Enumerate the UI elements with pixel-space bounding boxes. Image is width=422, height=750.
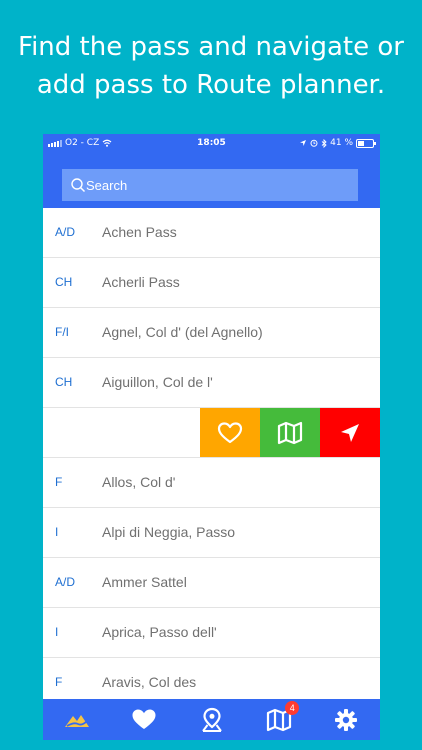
headline-line-2: add pass to Route planner. xyxy=(36,70,386,100)
location-arrow-icon xyxy=(300,140,307,146)
tab-route-planner[interactable]: 4 xyxy=(245,699,312,740)
headline-line-1: Find the pass and navigate or xyxy=(18,32,404,62)
battery-icon xyxy=(356,138,376,148)
navigate-arrow-icon xyxy=(341,423,359,442)
list-item[interactable]: CH Aiguillon, Col de l' xyxy=(43,358,380,408)
country-code: F xyxy=(55,475,63,489)
heart-outline-icon xyxy=(217,421,243,443)
map-icon xyxy=(277,421,303,444)
pass-name: Allos, Col d' xyxy=(102,474,176,490)
country-code: A/D xyxy=(55,575,76,589)
tab-passes[interactable] xyxy=(43,699,110,740)
country-code: I xyxy=(55,625,59,639)
pass-name: Aprica, Passo dell' xyxy=(102,624,217,640)
tab-nearby[interactable] xyxy=(178,699,245,740)
country-code: A/D xyxy=(55,225,76,239)
list-item[interactable]: A/D Achen Pass xyxy=(43,208,380,258)
pass-name: Achen Pass xyxy=(102,224,177,240)
country-code: CH xyxy=(55,375,73,389)
bluetooth-icon xyxy=(321,138,327,148)
pass-name: Agnel, Col d' (del Agnello) xyxy=(102,324,263,340)
list-item[interactable]: F Allos, Col d' xyxy=(43,458,380,508)
swipe-actions xyxy=(200,408,380,457)
alarm-icon xyxy=(310,139,318,147)
phone-screen: O2 - CZ 18:05 41 % Search A/D Achen Pass… xyxy=(43,134,380,740)
country-code: F/I xyxy=(55,325,69,339)
pass-name: Ammer Sattel xyxy=(102,574,187,590)
list-item[interactable]: I Alpi di Neggia, Passo xyxy=(43,508,380,558)
list-item[interactable]: CH Acherli Pass xyxy=(43,258,380,308)
list-item[interactable]: F/I Agnel, Col d' (del Agnello) xyxy=(43,308,380,358)
battery-percent: 41 % xyxy=(330,138,353,148)
status-bar: O2 - CZ 18:05 41 % xyxy=(43,134,380,152)
add-to-route-button[interactable] xyxy=(260,408,320,457)
list-item[interactable]: A/D Ammer Sattel xyxy=(43,558,380,608)
nav-bar: Search xyxy=(43,152,380,208)
list-item[interactable]: I Aprica, Passo dell' xyxy=(43,608,380,658)
pass-list: A/D Achen Pass CH Acherli Pass F/I Agnel… xyxy=(43,208,380,708)
pass-name: Aiguillon, Col de l' xyxy=(102,374,213,390)
gear-icon xyxy=(335,708,358,731)
tab-settings[interactable] xyxy=(313,699,380,740)
mountain-pass-icon xyxy=(64,714,89,727)
tab-bar: 4 xyxy=(43,699,380,740)
add-favorite-button[interactable] xyxy=(200,408,260,457)
search-placeholder: Search xyxy=(86,177,128,193)
list-item-swiped[interactable] xyxy=(43,408,380,458)
pass-name: Acherli Pass xyxy=(102,274,180,290)
search-icon xyxy=(71,178,86,193)
tab-favorites[interactable] xyxy=(110,699,177,740)
location-pin-icon xyxy=(201,707,222,732)
country-code: I xyxy=(55,525,59,539)
search-field[interactable]: Search xyxy=(62,169,358,201)
headline: Find the pass and navigate or add pass t… xyxy=(0,28,422,104)
heart-icon xyxy=(132,709,156,729)
navigate-button[interactable] xyxy=(320,408,380,457)
route-count-badge: 4 xyxy=(285,701,300,715)
country-code: CH xyxy=(55,275,73,289)
pass-name: Alpi di Neggia, Passo xyxy=(102,524,236,540)
